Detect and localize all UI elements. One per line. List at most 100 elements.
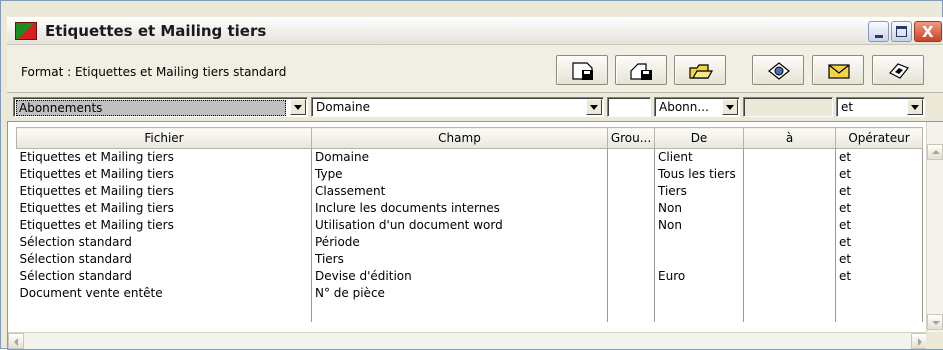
table-row[interactable]: Etiquettes et Mailing tiers Inclure les d… [16, 199, 923, 217]
cell-groupe[interactable] [607, 284, 655, 302]
cell-champ[interactable]: Période [311, 233, 608, 251]
save-button[interactable] [556, 55, 608, 85]
table-row[interactable]: Sélection standard Période et [16, 233, 923, 251]
maximize-button[interactable] [891, 21, 912, 42]
scroll-right-button[interactable] [911, 333, 927, 349]
arrow-down-icon [932, 321, 940, 325]
table-row[interactable]: Sélection standard Devise d'édition Euro et [16, 267, 923, 285]
cell-operateur[interactable]: et [835, 182, 923, 200]
window-title: Etiquettes et Mailing tiers [45, 22, 267, 40]
cell-champ[interactable]: Type [311, 165, 608, 183]
column-header-fichier[interactable]: Fichier [16, 127, 312, 149]
title-bar[interactable]: Etiquettes et Mailing tiers X [7, 17, 943, 45]
cell-de[interactable]: Client [654, 148, 744, 166]
cell-champ[interactable]: Tiers [311, 250, 608, 268]
chevron-down-icon[interactable] [290, 99, 306, 115]
table-row[interactable]: Sélection standard Tiers et [16, 250, 923, 268]
cell-operateur[interactable]: et [835, 199, 923, 217]
a-input[interactable] [743, 97, 833, 117]
fichier-select[interactable]: Abonnements [13, 97, 308, 117]
mailing-button[interactable] [812, 55, 864, 85]
table-row[interactable]: Etiquettes et Mailing tiers Type Tous les … [16, 165, 923, 183]
operateur-select-value: et [841, 100, 854, 114]
cell-de[interactable]: Euro [654, 267, 744, 285]
cell-de[interactable] [654, 233, 744, 251]
open-button[interactable] [674, 55, 726, 85]
column-header-champ[interactable]: Champ [311, 127, 608, 149]
cell-champ[interactable]: Classement [311, 182, 608, 200]
cell-operateur[interactable]: et [835, 233, 923, 251]
column-header-de[interactable]: De [654, 127, 744, 149]
scroll-down-button[interactable] [927, 314, 943, 330]
column-header-a[interactable]: à [743, 127, 836, 149]
horizontal-scrollbar[interactable] [8, 332, 927, 349]
cell-de[interactable] [654, 284, 744, 302]
cell-groupe[interactable] [607, 216, 655, 234]
vertical-scrollbar[interactable] [926, 122, 943, 332]
cell-fichier[interactable]: Etiquettes et Mailing tiers [16, 216, 312, 234]
cell-groupe[interactable] [607, 148, 655, 166]
cell-champ[interactable]: N° de pièce [311, 284, 608, 302]
cell-groupe[interactable] [607, 199, 655, 217]
cell-a[interactable] [743, 267, 836, 285]
preview-button[interactable] [752, 55, 804, 85]
cell-a[interactable] [743, 148, 836, 166]
size-grip[interactable] [926, 332, 943, 349]
cell-operateur[interactable]: et [835, 165, 923, 183]
minimize-button[interactable] [868, 21, 889, 42]
cell-groupe[interactable] [607, 165, 655, 183]
cell-a[interactable] [743, 284, 836, 302]
scroll-left-button[interactable] [8, 333, 24, 349]
table-row[interactable]: Document vente entête N° de pièce [16, 284, 923, 302]
cell-fichier[interactable]: Sélection standard [16, 250, 312, 268]
cell-fichier[interactable]: Etiquettes et Mailing tiers [16, 182, 312, 200]
cell-a[interactable] [743, 199, 836, 217]
cell-champ[interactable]: Inclure les documents internes [311, 199, 608, 217]
cell-operateur[interactable]: et [835, 148, 923, 166]
table-row[interactable]: Etiquettes et Mailing tiers Classement Tie… [16, 182, 923, 200]
cell-a[interactable] [743, 250, 836, 268]
cell-a[interactable] [743, 182, 836, 200]
cell-a[interactable] [743, 216, 836, 234]
cell-fichier[interactable]: Sélection standard [16, 267, 312, 285]
de-select[interactable]: Abonn... [654, 97, 740, 117]
chevron-down-icon[interactable] [586, 99, 602, 115]
table-row[interactable]: Etiquettes et Mailing tiers Domaine Client… [16, 148, 923, 166]
cell-operateur[interactable] [835, 284, 923, 302]
cell-fichier[interactable]: Document vente entête [16, 284, 312, 302]
cell-groupe[interactable] [607, 233, 655, 251]
window: Etiquettes et Mailing tiers X Format : E… [0, 0, 943, 350]
cell-operateur[interactable]: et [835, 250, 923, 268]
cell-fichier[interactable]: Etiquettes et Mailing tiers [16, 165, 312, 183]
print-button[interactable] [872, 55, 924, 85]
column-header-operateur[interactable]: Opérateur [835, 127, 923, 149]
groupe-input[interactable] [607, 97, 651, 117]
cell-groupe[interactable] [607, 250, 655, 268]
operateur-select[interactable]: et [836, 97, 925, 117]
chevron-down-icon[interactable] [907, 99, 923, 115]
cell-champ[interactable]: Devise d'édition [311, 267, 608, 285]
chevron-down-icon[interactable] [722, 99, 738, 115]
cell-champ[interactable]: Domaine [311, 148, 608, 166]
cell-de[interactable]: Tous les tiers [654, 165, 744, 183]
table-row[interactable]: Etiquettes et Mailing tiers Utilisation d… [16, 216, 923, 234]
cell-champ[interactable]: Utilisation d'un document word [311, 216, 608, 234]
close-button[interactable]: X [914, 21, 942, 42]
cell-de[interactable]: Non [654, 199, 744, 217]
cell-de[interactable] [654, 250, 744, 268]
cell-a[interactable] [743, 165, 836, 183]
cell-a[interactable] [743, 233, 836, 251]
cell-groupe[interactable] [607, 267, 655, 285]
cell-fichier[interactable]: Sélection standard [16, 233, 312, 251]
cell-operateur[interactable]: et [835, 216, 923, 234]
cell-groupe[interactable] [607, 182, 655, 200]
cell-de[interactable]: Tiers [654, 182, 744, 200]
save-as-button[interactable] [615, 55, 667, 85]
scroll-up-button[interactable] [927, 144, 943, 160]
cell-fichier[interactable]: Etiquettes et Mailing tiers [16, 199, 312, 217]
column-header-groupe[interactable]: Grou... [607, 127, 655, 149]
cell-de[interactable]: Non [654, 216, 744, 234]
champ-select[interactable]: Domaine [311, 97, 604, 117]
cell-operateur[interactable]: et [835, 267, 923, 285]
cell-fichier[interactable]: Etiquettes et Mailing tiers [16, 148, 312, 166]
